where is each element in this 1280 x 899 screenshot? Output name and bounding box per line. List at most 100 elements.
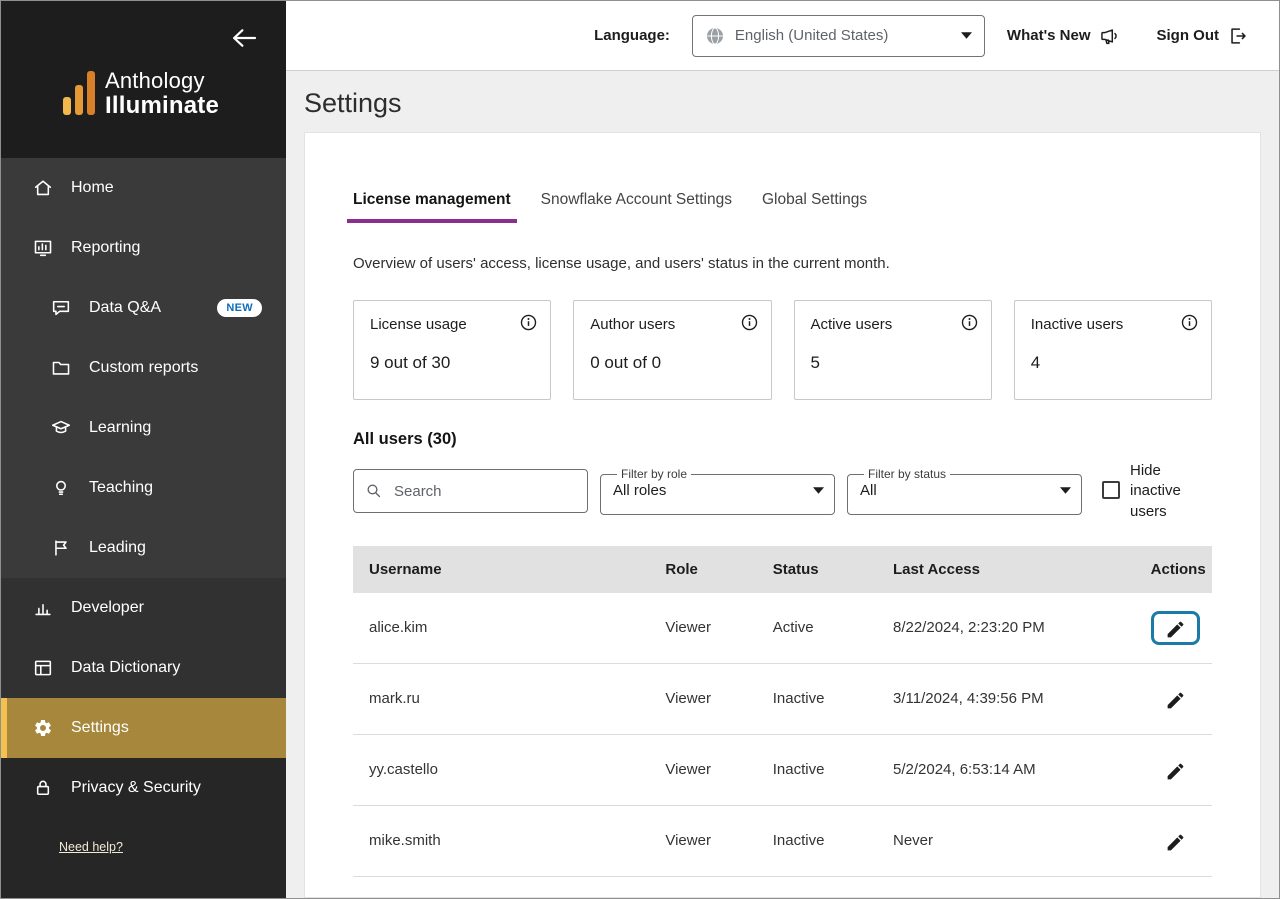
sidebar-item-teaching[interactable]: Teaching: [1, 458, 286, 518]
cell-last-access: 5/3/2024, 9:19:27 AM: [877, 876, 1135, 898]
pencil-icon: [1165, 619, 1186, 640]
table-row: mike.smith Viewer Inactive Never: [353, 805, 1212, 876]
cell-last-access: 3/11/2024, 4:39:56 PM: [877, 663, 1135, 734]
whats-new-button[interactable]: What's New: [1007, 25, 1121, 47]
edit-user-button[interactable]: [1151, 611, 1200, 645]
nav-label: Learning: [89, 419, 151, 437]
cell-last-access: 8/22/2024, 2:23:20 PM: [877, 593, 1135, 664]
cell-last-access: 5/2/2024, 6:53:14 AM: [877, 734, 1135, 805]
sidebar-item-settings[interactable]: Settings: [1, 698, 286, 758]
overview-text: Overview of users' access, license usage…: [353, 255, 1212, 272]
stat-title: License usage: [370, 316, 534, 333]
info-icon[interactable]: [741, 314, 758, 331]
filter-by-status-value: All: [860, 482, 877, 499]
table-row: alice.kim Viewer Active 8/22/2024, 2:23:…: [353, 593, 1212, 664]
hide-inactive-users-checkbox[interactable]: [1102, 481, 1120, 499]
sidebar-nav-secondary: Developer Data Dictionary Settings: [1, 578, 286, 758]
sidebar-item-data-dictionary[interactable]: Data Dictionary: [1, 638, 286, 698]
nav-label: Data Q&A: [89, 299, 161, 317]
sidebar-item-learning[interactable]: Learning: [1, 398, 286, 458]
cell-status: Inactive: [757, 663, 877, 734]
brand-name-bottom: Illuminate: [105, 93, 219, 119]
stat-title: Inactive users: [1031, 316, 1195, 333]
cell-username: yy.castello: [353, 734, 649, 805]
filter-by-status-select[interactable]: Filter by status All: [847, 467, 1082, 515]
pencil-icon: [1165, 832, 1186, 853]
sidebar-item-home[interactable]: Home: [1, 158, 286, 218]
table-row: yy.castello Viewer Inactive 5/2/2024, 6:…: [353, 734, 1212, 805]
sidebar-item-developer[interactable]: Developer: [1, 578, 286, 638]
sidebar-item-reporting[interactable]: Reporting: [1, 218, 286, 278]
pencil-icon: [1165, 690, 1186, 711]
stat-card-author-users: Author users 0 out of 0: [573, 300, 771, 400]
col-header-username: Username: [353, 546, 649, 593]
stat-value: 0 out of 0: [590, 353, 754, 373]
col-header-role: Role: [649, 546, 756, 593]
filters-row: Filter by role All roles Filter by statu…: [353, 461, 1212, 522]
info-icon[interactable]: [961, 314, 978, 331]
cell-username: suzanne.heart: [353, 876, 649, 898]
nav-label: Privacy & Security: [71, 779, 201, 797]
cell-username: mark.ru: [353, 663, 649, 734]
filter-by-role-select[interactable]: Filter by role All roles: [600, 467, 835, 515]
data-qa-icon: [49, 296, 73, 320]
sidebar-nav-bottom: Privacy & Security Need help?: [1, 758, 286, 898]
edit-user-button[interactable]: [1151, 753, 1200, 787]
back-arrow-icon: [230, 27, 258, 49]
chevron-down-icon: [813, 487, 824, 494]
search-input[interactable]: [353, 469, 588, 513]
gear-icon: [31, 716, 55, 740]
reporting-icon: [31, 236, 55, 260]
settings-card: License management Snowflake Account Set…: [304, 132, 1261, 898]
sidebar-item-data-qa[interactable]: Data Q&A NEW: [1, 278, 286, 338]
nav-label: Developer: [71, 599, 144, 617]
cell-status: Inactive: [757, 876, 877, 898]
edit-user-button[interactable]: [1151, 682, 1200, 716]
stat-card-active-users: Active users 5: [794, 300, 992, 400]
app-window: Anthology Illuminate Home Reporting Data…: [0, 0, 1280, 899]
cell-role: Viewer: [649, 876, 756, 898]
language-select[interactable]: English (United States): [692, 15, 985, 57]
whats-new-label: What's New: [1007, 27, 1091, 44]
anthology-logo-icon: [63, 71, 95, 119]
collapse-sidebar-button[interactable]: [228, 25, 260, 54]
nav-label: Custom reports: [89, 359, 198, 377]
info-icon[interactable]: [1181, 314, 1198, 331]
sidebar-item-privacy-security[interactable]: Privacy & Security: [1, 758, 286, 818]
language-value: English (United States): [735, 27, 951, 44]
sign-out-button[interactable]: Sign Out: [1157, 25, 1250, 47]
sidebar-item-leading[interactable]: Leading: [1, 518, 286, 578]
users-table: Username Role Status Last Access Actions…: [353, 546, 1212, 898]
stat-card-inactive-users: Inactive users 4: [1014, 300, 1212, 400]
tab-global-settings[interactable]: Global Settings: [762, 191, 867, 223]
megaphone-icon: [1099, 25, 1121, 47]
cell-status: Inactive: [757, 805, 877, 876]
edit-user-button[interactable]: [1151, 824, 1200, 858]
nav-label: Leading: [89, 539, 146, 557]
sign-out-label: Sign Out: [1157, 27, 1220, 44]
sign-out-icon: [1227, 25, 1249, 47]
brand-logo: Anthology Illuminate: [63, 69, 219, 119]
filter-by-role-label: Filter by role: [617, 467, 691, 481]
stat-cards: License usage 9 out of 30 Author users 0…: [353, 300, 1212, 400]
sidebar-item-custom-reports[interactable]: Custom reports: [1, 338, 286, 398]
sidebar-nav-primary: Home Reporting Data Q&A NEW Custom repor…: [1, 158, 286, 578]
tab-snowflake-account-settings[interactable]: Snowflake Account Settings: [541, 191, 732, 223]
home-icon: [31, 176, 55, 200]
content-area: Settings License management Snowflake Ac…: [286, 71, 1279, 898]
teaching-icon: [49, 476, 73, 500]
stat-value: 4: [1031, 353, 1195, 373]
search-box: [353, 469, 588, 513]
cell-username: mike.smith: [353, 805, 649, 876]
info-icon[interactable]: [520, 314, 537, 331]
cell-role: Viewer: [649, 805, 756, 876]
edit-user-button[interactable]: [1151, 895, 1200, 898]
nav-label: Settings: [71, 719, 129, 737]
cell-role: Viewer: [649, 663, 756, 734]
need-help-link[interactable]: Need help?: [59, 840, 123, 854]
all-users-heading: All users (30): [353, 430, 1212, 449]
tab-license-management[interactable]: License management: [353, 191, 511, 223]
brand-name-top: Anthology: [105, 69, 219, 93]
nav-label: Teaching: [89, 479, 153, 497]
table-row: mark.ru Viewer Inactive 3/11/2024, 4:39:…: [353, 663, 1212, 734]
